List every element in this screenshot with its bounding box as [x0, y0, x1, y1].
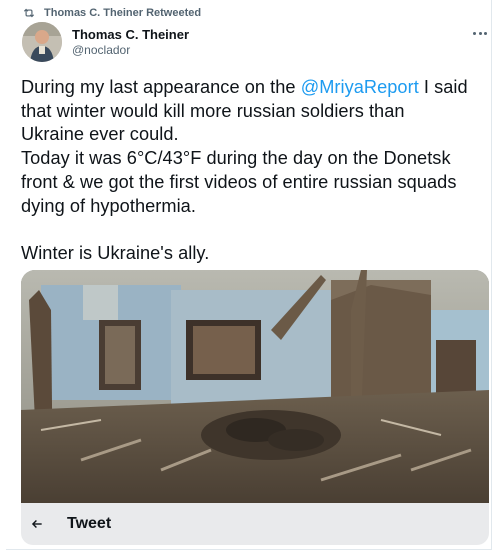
tweet-text-segment: During my last appearance on the	[21, 77, 301, 97]
tweet-text: During my last appearance on the @MriyaR…	[21, 76, 491, 266]
tweet-line-8: Winter is Ukraine's ally.	[21, 242, 210, 263]
more-options-icon[interactable]	[468, 24, 492, 42]
tweet-line-6: dying of hypothermia.	[21, 195, 196, 216]
tweet-line-1: During my last appearance on the @MriyaR…	[21, 76, 491, 100]
bar-title: Tweet	[67, 515, 112, 532]
tweet-text-segment: I said	[418, 77, 468, 97]
avatar[interactable]	[22, 22, 62, 62]
back-arrow-icon[interactable]	[27, 514, 47, 534]
author-name[interactable]: Thomas C. Theiner	[72, 27, 189, 42]
retweet-icon	[23, 8, 35, 18]
tweet-bottom-bar: Tweet	[21, 503, 489, 545]
tweet-media[interactable]	[21, 270, 489, 503]
tweet-line-2: that winter would kill more russian sold…	[21, 100, 405, 121]
tweet-line-4: Today it was 6°C/43°F during the day on …	[21, 148, 451, 169]
retweet-indicator[interactable]: Thomas C. Theiner Retweeted	[22, 5, 201, 21]
mention-link[interactable]: @MriyaReport	[301, 77, 419, 97]
author-handle[interactable]: @noclador	[72, 43, 130, 57]
tweet-line-3: Ukraine ever could.	[21, 124, 179, 145]
war-video-thumbnail	[21, 270, 489, 503]
tweet-line-5: front & we got the first videos of entir…	[21, 171, 457, 192]
retweet-label: Thomas C. Theiner Retweeted	[44, 7, 202, 19]
